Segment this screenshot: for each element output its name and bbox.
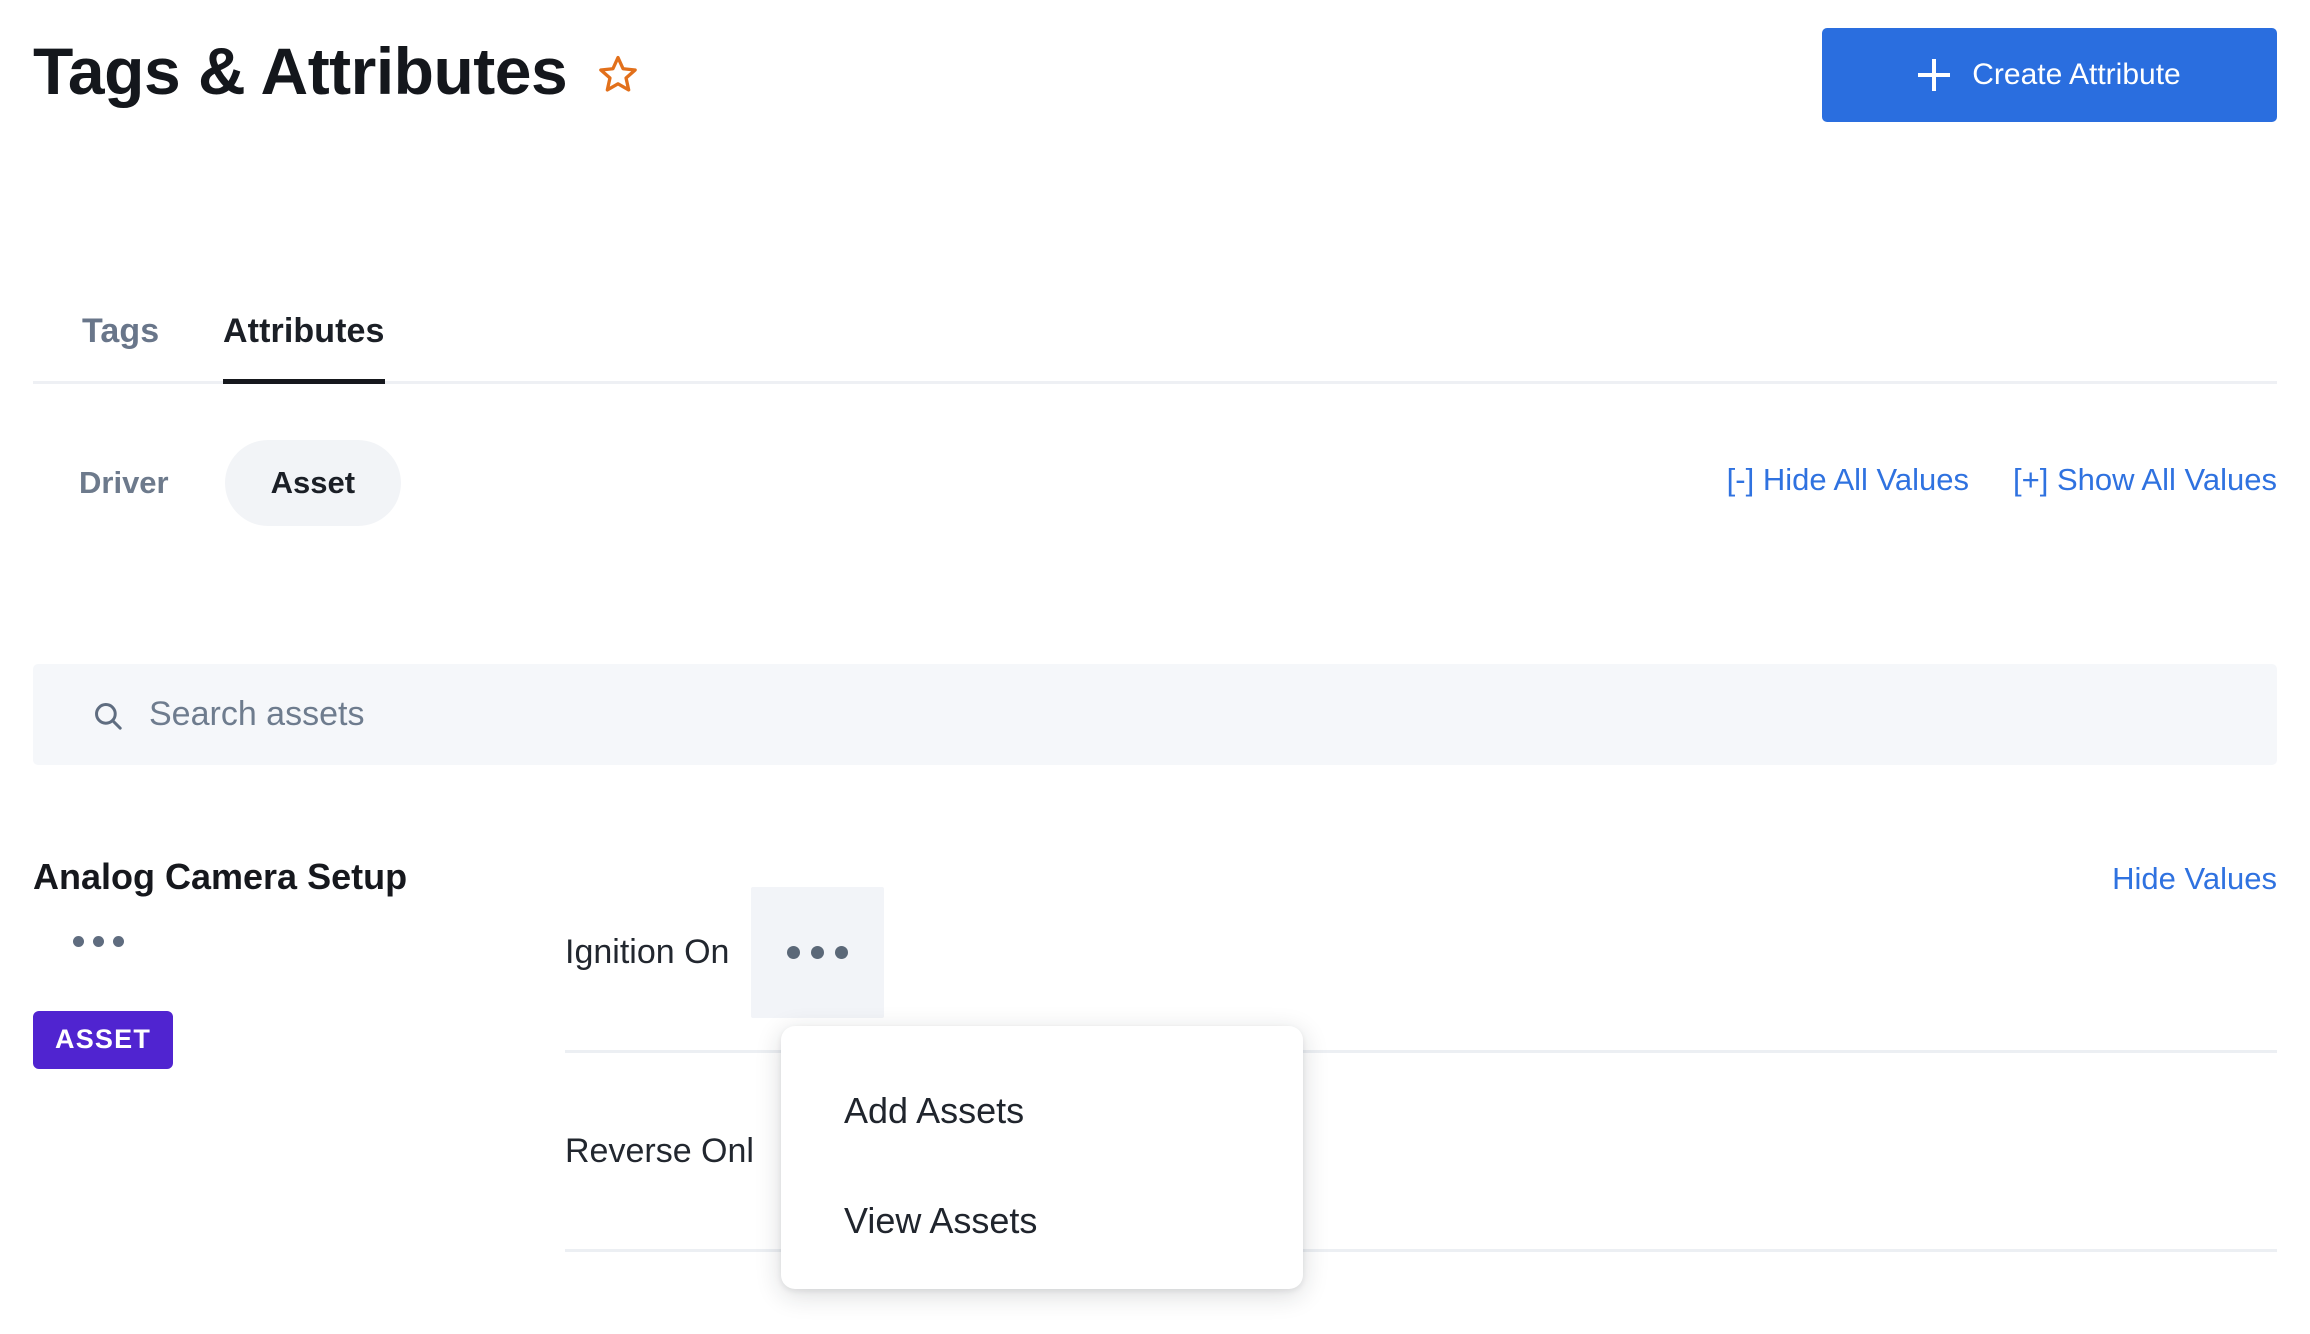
attribute-group-ellipsis-icon[interactable] <box>59 926 138 957</box>
hide-all-values-link[interactable]: [-] Hide All Values <box>1727 462 1969 498</box>
search-icon <box>95 702 122 730</box>
search-input[interactable] <box>149 664 2277 765</box>
attribute-group-title: Analog Camera Setup <box>33 856 408 897</box>
menu-item-view-assets[interactable]: View Assets <box>781 1182 1303 1260</box>
tab-bar: Tags Attributes <box>33 253 2277 384</box>
table-row: Ignition On <box>565 855 2277 1053</box>
menu-item-add-assets[interactable]: Add Assets <box>781 1072 1303 1150</box>
page-root: Tags & Attributes Create Attribute Tags … <box>0 0 2310 1334</box>
attribute-value-label: Ignition On <box>565 933 730 971</box>
filter-row: Driver Asset [-] Hide All Values [+] Sho… <box>33 440 2277 550</box>
plus-icon <box>1918 59 1951 91</box>
show-all-values-link[interactable]: [+] Show All Values <box>2013 462 2277 498</box>
page-header: Tags & Attributes Create Attribute <box>0 0 2310 170</box>
segment-asset[interactable]: Asset <box>224 440 402 526</box>
segment-driver[interactable]: Driver <box>33 440 215 526</box>
entity-type-toggle: Driver Asset <box>33 440 402 526</box>
row-context-menu: Add Assets View Assets <box>781 1026 1303 1289</box>
star-icon[interactable] <box>597 53 639 95</box>
attribute-value-label: Reverse Onl <box>565 1131 754 1170</box>
attribute-group-meta: Analog Camera Setup ASSET <box>33 855 533 1070</box>
tab-tags[interactable]: Tags <box>82 312 159 381</box>
title-group: Tags & Attributes <box>33 38 639 104</box>
row-ellipsis-icon[interactable] <box>751 887 885 1018</box>
tab-attributes[interactable]: Attributes <box>223 312 385 384</box>
search-assets-box[interactable] <box>33 664 2277 765</box>
create-attribute-label: Create Attribute <box>1972 58 2181 91</box>
status-badge: ASSET <box>33 1011 174 1070</box>
values-links: [-] Hide All Values [+] Show All Values <box>1727 462 2277 498</box>
create-attribute-button[interactable]: Create Attribute <box>1822 28 2277 122</box>
page-title: Tags & Attributes <box>33 34 568 108</box>
